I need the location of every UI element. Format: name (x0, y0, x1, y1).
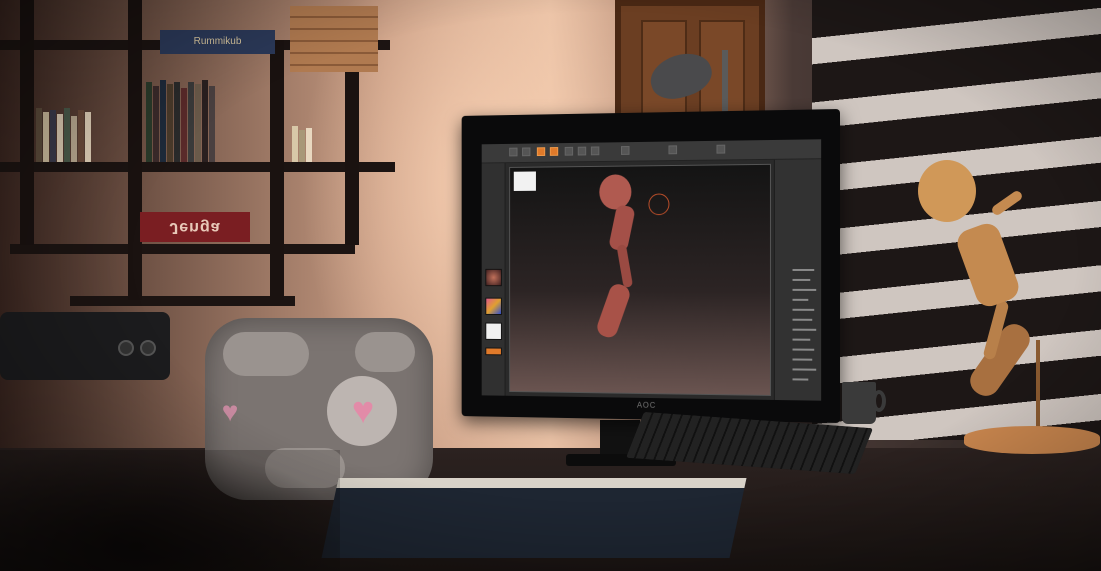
menu-line (792, 368, 817, 371)
mug-handle (872, 390, 886, 412)
menu-line (792, 318, 813, 321)
cube-pad (355, 332, 415, 372)
shelf-side (270, 40, 284, 300)
book-row (36, 108, 91, 162)
color-picker-icon (485, 297, 502, 315)
menu-line (792, 288, 817, 291)
rotate-tool-icon (590, 146, 600, 156)
lens-icon (140, 340, 156, 356)
book (202, 80, 208, 162)
book (167, 84, 173, 162)
lens-icon (118, 340, 134, 356)
figurine-stand (1036, 340, 1040, 430)
shelf-board (0, 162, 395, 172)
brush-preview-icon (485, 268, 502, 287)
monitor-brand-label: AOC (636, 400, 657, 410)
book-stack (321, 478, 747, 558)
monitor-screen (481, 139, 822, 401)
material-swatch-icon (485, 322, 502, 340)
toolbar-tool-icon (716, 144, 726, 154)
book (299, 130, 305, 162)
menu-line (792, 348, 815, 351)
menu-line (792, 278, 811, 281)
menu-line (792, 298, 809, 301)
sculpt-app-left-tray (481, 163, 506, 396)
sculpt-app-toolbar (481, 139, 822, 164)
book (71, 116, 77, 162)
monitor: AOC (461, 109, 840, 423)
bookshelf: Rummikub Jenga (0, 0, 395, 306)
accent-swatch-icon (485, 347, 502, 356)
heart-icon: ♥ (221, 396, 239, 427)
desk-scene-photo: Rummikub Jenga AOC ♥ ♥ (0, 0, 1101, 571)
projector (0, 312, 170, 380)
book (146, 82, 152, 162)
toolbar-tool-icon (509, 147, 518, 157)
book (195, 84, 201, 162)
foreground-blur (0, 450, 340, 571)
toolbar-tool-icon (522, 147, 531, 157)
book (188, 82, 194, 162)
book (43, 112, 49, 162)
menu-line (792, 268, 815, 271)
book (181, 88, 187, 162)
jenga-box: Jenga (140, 212, 250, 242)
cube-pad (223, 332, 309, 376)
edit-tool-icon (549, 147, 559, 156)
book-row (292, 126, 312, 162)
move-tool-icon (564, 146, 574, 156)
sculpted-character-leg (616, 244, 634, 288)
book (153, 86, 159, 162)
book (174, 82, 180, 162)
book (57, 114, 63, 162)
book (78, 110, 84, 162)
menu-line (792, 338, 811, 341)
figurine-head (918, 160, 976, 222)
sculpt-viewport (509, 163, 771, 396)
menu-line (792, 308, 815, 311)
book (85, 112, 91, 162)
wooden-crate (290, 6, 378, 72)
book (209, 86, 215, 162)
heart-icon: ♥ (351, 390, 375, 432)
toolbar-tool-icon (620, 146, 630, 155)
scale-tool-icon (577, 146, 587, 156)
mug (842, 382, 876, 424)
book (36, 108, 42, 162)
navigator-thumbnail (513, 171, 536, 191)
book (160, 80, 166, 162)
shelf-board (70, 296, 295, 306)
menu-line (792, 328, 817, 331)
sculpt-app-right-tray (773, 159, 822, 401)
sculpted-character-head (599, 174, 632, 210)
book (306, 128, 312, 162)
menu-line (792, 378, 809, 381)
menu-line (792, 358, 813, 361)
sculpted-skateboard (594, 281, 633, 341)
toolbar-tool-icon (668, 145, 678, 155)
book (292, 126, 298, 162)
shelf-side (20, 0, 34, 245)
shelf-board (10, 244, 355, 254)
shelf-side (128, 0, 142, 300)
brush-cursor-icon (648, 193, 670, 216)
draw-tool-icon (536, 147, 546, 157)
book (50, 110, 56, 162)
book-row (146, 80, 215, 162)
book (64, 108, 70, 162)
figurine-base (964, 426, 1100, 454)
board-game-box: Rummikub (160, 30, 275, 54)
